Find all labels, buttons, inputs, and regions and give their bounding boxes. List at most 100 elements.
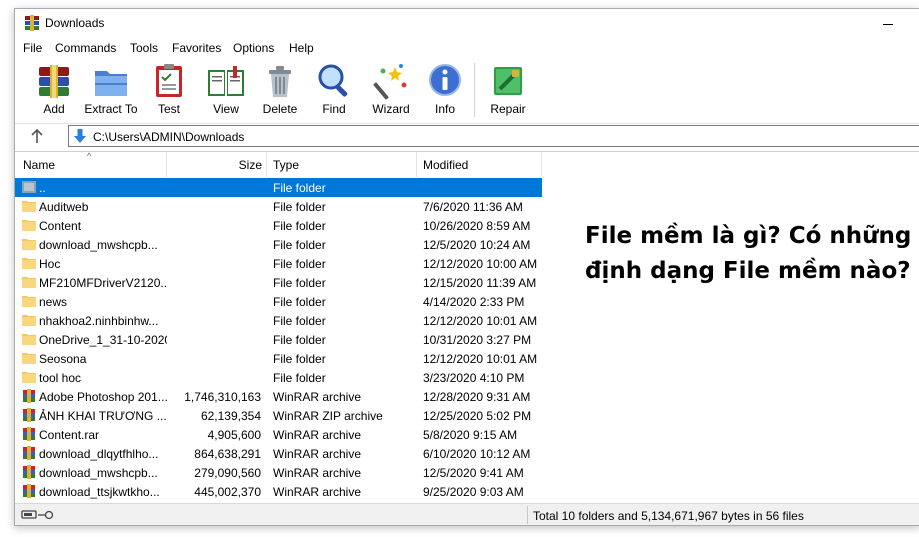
menu-favorites[interactable]: Favorites [172,41,221,55]
delete-label: Delete [262,102,298,116]
table-row[interactable]: Seosona File folder 12/12/2020 10:01 AM [15,349,542,368]
cell-modified: 4/14/2020 2:33 PM [423,295,525,309]
cell-size: 1,746,310,163 [184,390,261,404]
cell-type: File folder [273,200,326,214]
table-row[interactable]: Adobe Photoshop 201... 1,746,310,163 WinRA… [15,387,542,406]
toolbar-separator [474,63,475,117]
menu-commands[interactable]: Commands [55,41,116,55]
cell-modified: 9/25/2020 9:03 AM [423,485,524,499]
table-row[interactable]: .. File folder [15,178,542,197]
folder-icon [22,239,36,250]
table-row[interactable]: download_mwshcpb... 279,090,560 WinRAR arc… [15,463,542,482]
table-row[interactable]: Content File folder 10/26/2020 8:59 AM [15,216,542,235]
cell-type: File folder [273,219,326,233]
table-row[interactable]: download_mwshcpb... File folder 12/5/2020 … [15,235,542,254]
rar-archive-icon [23,465,35,479]
status-divider [527,506,528,524]
table-row[interactable]: ẢNH KHAI TRƯƠNG ... 62,139,354 WinRAR ZIP … [15,406,542,425]
cell-type: File folder [273,238,326,252]
cell-name: news [39,295,68,309]
menu-options[interactable]: Options [233,41,274,55]
cell-type: File folder [273,333,326,347]
cell-modified: 12/12/2020 10:01 AM [423,314,538,328]
sort-up-icon: ^ [87,151,92,161]
cell-modified: 3/23/2020 4:10 PM [423,371,525,385]
view-button[interactable]: View [204,61,248,121]
find-label: Find [322,102,346,116]
table-row[interactable]: download_dlqytfhlho... 864,638,291 WinRAR … [15,444,542,463]
cell-modified: 12/25/2020 5:02 PM [423,409,532,423]
table-row[interactable]: news File folder 4/14/2020 2:33 PM [15,292,542,311]
cell-type: WinRAR archive [273,428,362,442]
rar-archive-icon [23,408,35,422]
column-modified[interactable]: Modified [417,152,542,177]
cell-modified: 10/31/2020 3:27 PM [423,333,532,347]
drive-key-icon[interactable] [21,508,57,522]
table-row[interactable]: Hoc File folder 12/12/2020 10:00 AM [15,254,542,273]
folder-icon [22,277,36,288]
cell-type: WinRAR archive [273,466,362,480]
cell-size: 445,002,370 [194,485,261,499]
cell-name: OneDrive_1_31-10-2020 [39,333,167,347]
menu-file[interactable]: File [23,41,42,55]
cell-modified: 12/12/2020 10:01 AM [423,352,538,366]
column-type-label: Type [273,158,300,172]
table-row[interactable]: download_ttsjkwtkho... 445,002,370 WinRAR … [15,482,542,501]
folder-icon [22,296,36,307]
rar-archive-icon [23,484,35,498]
add-label: Add [43,102,65,116]
table-row[interactable]: MF210MFDriverV2120... File folder 12/15/20… [15,273,542,292]
extract-to-button[interactable]: Extract To [83,61,139,121]
column-name[interactable]: ^ Name [15,151,167,177]
rar-archive-icon [23,427,35,441]
info-button[interactable]: Info [426,61,464,121]
cell-size: 62,139,354 [200,409,261,423]
find-button[interactable]: Find [315,61,353,121]
table-row[interactable]: nhakhoa2.ninhbinhw... File folder 12/12/20… [15,311,542,330]
cell-type: File folder [273,181,326,195]
overlay-line-1: File mềm là gì? Có những [585,223,912,249]
menu-help[interactable]: Help [289,41,314,55]
cell-size: 279,090,560 [194,466,261,480]
repair-button[interactable]: Repair [489,61,527,121]
cell-size: 4,905,600 [207,428,261,442]
trash-can-icon [269,66,291,97]
cell-modified: 12/5/2020 10:24 AM [423,238,531,252]
table-row[interactable]: Auditweb File folder 7/6/2020 11:36 AM [15,197,542,216]
test-label: Test [157,102,180,116]
table-row[interactable]: tool hoc File folder 3/23/2020 4:10 PM [15,368,542,387]
folder-icon [22,353,36,364]
test-button[interactable]: Test [150,61,188,121]
minimize-icon [883,23,893,25]
add-button[interactable]: Add [35,61,73,121]
minimize-button[interactable] [868,11,908,37]
delete-button[interactable]: Delete [260,61,300,121]
up-arrow-icon[interactable] [28,127,46,145]
winrar-app-icon [25,15,39,31]
column-size[interactable]: Size [167,152,267,177]
status-total: Total 10 folders and 5,134,671,967 bytes… [533,509,804,523]
rar-archive-icon [23,446,35,460]
file-list[interactable]: ^ Name Size Type Modified .. File folder A… [15,151,919,504]
file-rows: .. File folder Auditweb File folder 7/6/2020… [15,178,542,501]
title-bar[interactable]: Downloads [15,9,919,39]
cell-modified: 6/10/2020 10:12 AM [423,447,531,461]
cell-type: WinRAR archive [273,447,362,461]
table-row[interactable]: Content.rar 4,905,600 WinRAR archive 5/8/20… [15,425,542,444]
cell-type: WinRAR archive [273,485,362,499]
extract-folder-icon [95,71,127,96]
folder-icon [22,201,36,212]
cell-name: Content.rar [39,428,100,442]
address-field[interactable]: C:\Users\ADMIN\Downloads [68,125,919,147]
cell-type: WinRAR archive [273,390,362,404]
cell-name: download_ttsjkwtkho... [39,485,160,499]
info-icon [429,64,461,96]
menu-tools[interactable]: Tools [130,41,158,55]
wizard-label: Wizard [372,102,410,116]
wizard-button[interactable]: Wizard [370,61,412,121]
extract-to-label: Extract To [84,102,138,116]
cell-name: download_mwshcpb... [39,466,158,480]
table-row[interactable]: OneDrive_1_31-10-2020 File folder 10/31/20… [15,330,542,349]
column-type[interactable]: Type [267,152,417,177]
cell-modified: 12/15/2020 11:39 AM [423,276,537,290]
